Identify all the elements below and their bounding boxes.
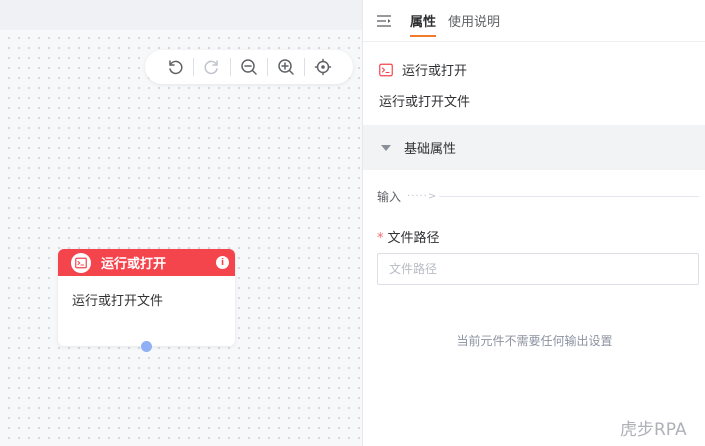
zoom-out-icon <box>241 59 257 75</box>
output-port[interactable] <box>141 341 152 352</box>
node-icon-badge <box>71 252 91 273</box>
zoom-out-button[interactable] <box>231 50 267 84</box>
input-group-label: 输入 <box>377 190 402 204</box>
component-title: 运行或打开 <box>402 64 468 79</box>
dotted-arrow-icon: ·····> <box>407 191 438 202</box>
locate-button[interactable] <box>305 50 341 84</box>
panel-tabs: 属性 使用说明 <box>363 0 705 42</box>
file-path-input[interactable] <box>377 253 699 285</box>
tab-usage[interactable]: 使用说明 <box>448 0 500 42</box>
canvas-top-bar <box>0 0 362 30</box>
undo-icon <box>169 60 183 75</box>
info-icon[interactable]: i <box>216 256 229 269</box>
component-header: 运行或打开 <box>379 60 467 79</box>
properties-panel: 属性 使用说明 运行或打开 运行或打开文件 基础属性 输入 ·····> * 文件… <box>362 0 705 446</box>
app-root: 运行或打开 i 运行或打开文件 属性 使用说明 运行或打开 运行或打开文件 基础… <box>0 0 705 446</box>
menu-collapse-icon <box>377 14 391 27</box>
flow-canvas[interactable]: 运行或打开 i 运行或打开文件 <box>0 0 362 446</box>
caret-down-icon <box>381 144 391 151</box>
canvas-toolbar <box>145 50 353 84</box>
file-path-label: * 文件路径 <box>377 227 440 246</box>
undo-button[interactable] <box>157 50 193 84</box>
redo-icon <box>204 60 218 75</box>
terminal-icon <box>379 63 393 76</box>
tab-properties[interactable]: 属性 <box>410 0 437 42</box>
redo-button[interactable] <box>194 50 230 84</box>
section-basic-properties[interactable]: 基础属性 <box>363 125 705 170</box>
required-mark: * <box>377 231 384 246</box>
zoom-in-icon <box>278 59 294 75</box>
watermark-logo: 虎步RPA <box>620 420 687 440</box>
output-settings-note: 当前元件不需要任何输出设置 <box>456 334 613 348</box>
terminal-icon <box>75 257 87 268</box>
node-description: 运行或打开文件 <box>72 294 164 309</box>
zoom-in-button[interactable] <box>268 50 304 84</box>
input-group-header: 输入 ·····> <box>377 188 699 205</box>
component-description: 运行或打开文件 <box>379 95 471 110</box>
section-title: 基础属性 <box>404 142 457 157</box>
flow-node-run-or-open[interactable]: 运行或打开 i 运行或打开文件 <box>58 249 235 352</box>
divider <box>439 196 699 197</box>
node-title: 运行或打开 <box>101 257 167 272</box>
file-path-label-text: 文件路径 <box>387 231 440 246</box>
locate-icon <box>314 58 332 76</box>
collapse-panel-button[interactable] <box>376 14 392 28</box>
node-header: 运行或打开 i <box>58 249 235 276</box>
